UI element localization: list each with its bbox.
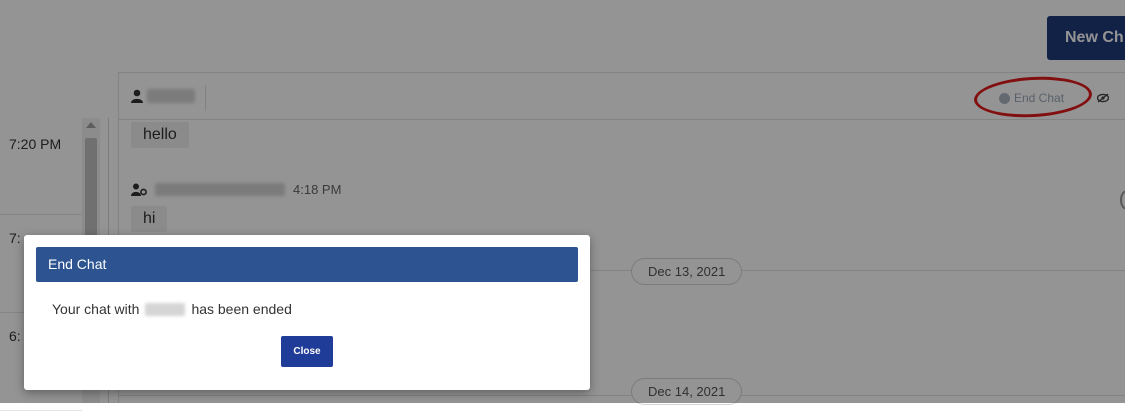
close-button[interactable]: Close	[281, 336, 333, 367]
dialog-message: Your chat with has been ended	[52, 301, 292, 317]
dialog-message-prefix: Your chat with	[52, 301, 140, 317]
dialog-message-suffix: has been ended	[191, 301, 292, 317]
dialog-title: End Chat	[48, 256, 107, 272]
end-chat-dialog: End Chat Your chat with has been ended C…	[24, 235, 590, 390]
redacted-name	[145, 302, 186, 316]
dialog-header: End Chat	[36, 247, 578, 282]
